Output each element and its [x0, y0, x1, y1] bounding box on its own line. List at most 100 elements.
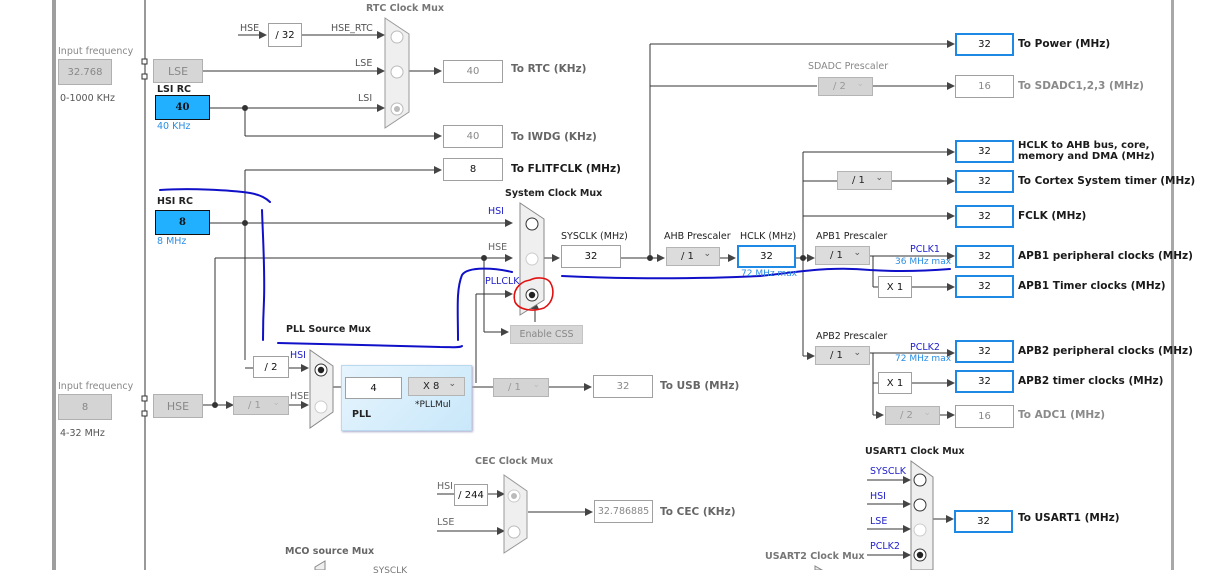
system-mux-input-hsi: HSI: [488, 206, 504, 217]
pll-mul-value: X 8: [423, 381, 440, 392]
cortex-timer-prescaler-value: / 1: [852, 175, 865, 186]
hsi-rc-frequency: 8 MHz: [157, 236, 187, 247]
cortex-timer-prescaler-select[interactable]: / 1 ⌄: [837, 171, 892, 190]
cec-output-value: 32.786885: [594, 500, 653, 523]
hse-pin-2: [141, 410, 148, 417]
adc-prescaler-select[interactable]: / 2 ⌄: [885, 406, 940, 425]
right-scroll-border: [1171, 0, 1174, 570]
rtc-mux-radio-hse[interactable]: [390, 30, 404, 44]
apb1-periph-output-label: APB1 peripheral clocks (MHz): [1018, 250, 1193, 262]
apb1-periph-output-value: 32: [955, 245, 1014, 268]
hse-input-frequency-field[interactable]: 8: [58, 394, 112, 420]
cec-hsi-divider: / 244: [454, 484, 488, 506]
adc-prescaler-value: / 2: [900, 410, 913, 421]
lse-pin-1: [141, 58, 148, 65]
usb-prescaler-select[interactable]: / 1 ⌄: [493, 378, 549, 397]
fclk-output-value: 32: [955, 205, 1014, 228]
apb2-periph-output-label: APB2 peripheral clocks (MHz): [1018, 345, 1193, 357]
rtc-mux-title: RTC Clock Mux: [366, 3, 445, 14]
hclk-max: 72 MHz max: [741, 269, 798, 279]
hclk-ahb-output-label-line2: memory and DMA (MHz): [1018, 151, 1155, 162]
pclk2-max: 72 MHz max: [895, 354, 952, 364]
ahb-prescaler-select[interactable]: / 1 ⌄: [666, 247, 720, 266]
pll-source-radio-hse[interactable]: [314, 400, 328, 414]
usb-output-value: 32: [593, 375, 653, 398]
lse-input-frequency-field[interactable]: 32.768: [58, 59, 112, 85]
cortex-timer-output-value: 32: [955, 170, 1014, 193]
chevron-down-icon: ⌄: [853, 248, 861, 258]
fclk-output-label: FCLK (MHz): [1018, 210, 1087, 222]
system-mux-radio-hsi[interactable]: [525, 217, 539, 231]
pclk1-max: 36 MHz max: [895, 257, 952, 267]
hse-prediv-select[interactable]: / 1 ⌄: [233, 396, 289, 415]
chevron-down-icon: ⌄: [853, 348, 861, 358]
pll-input-value: 4: [345, 377, 402, 399]
hse-input-frequency-label: Input frequency: [58, 381, 134, 392]
cec-hsi-label: HSI: [437, 481, 453, 492]
pll-source-input-hsi: HSI: [290, 350, 306, 361]
rtc-output-value: 40: [443, 60, 503, 83]
hsi-rc-title: HSI RC: [157, 196, 193, 207]
apb1-prescaler-label: APB1 Prescaler: [816, 231, 888, 242]
pen-annotations: [159, 188, 951, 349]
rtc-mux-radio-lse[interactable]: [390, 65, 404, 79]
apb2-prescaler-select[interactable]: / 1 ⌄: [815, 346, 870, 365]
apb1-timer-multiplier: X 1: [878, 276, 912, 298]
apb1-timer-output-value: 32: [955, 275, 1014, 298]
pll-mul-label: *PLLMul: [415, 400, 451, 410]
chevron-down-icon: ⌄: [532, 380, 540, 390]
usart2-mux-title: USART2 Clock Mux: [765, 551, 865, 562]
usart1-output-value: 32: [954, 510, 1013, 533]
usart1-radio-lse[interactable]: [913, 523, 927, 537]
usart1-input-hsi: HSI: [870, 491, 886, 502]
pll-source-input-hse: HSE: [290, 391, 310, 402]
usart1-radio-sysclk[interactable]: [913, 473, 927, 487]
usb-prescaler-value: / 1: [508, 382, 521, 393]
usart1-mux-shape: [910, 460, 934, 570]
iwdg-output-label: To IWDG (KHz): [511, 131, 597, 143]
sysclk-value: 32: [561, 245, 621, 268]
lse-frequency-range: 0-1000 KHz: [60, 93, 116, 104]
lse-pin-2: [141, 73, 148, 80]
usart1-output-label: To USART1 (MHz): [1018, 512, 1120, 524]
ahb-prescaler-value: / 1: [681, 251, 694, 262]
rtc-lse-label: LSE: [355, 58, 373, 69]
adc-output-value: 16: [955, 405, 1014, 428]
power-output-label: To Power (MHz): [1018, 38, 1111, 50]
cec-mux-radio-lse[interactable]: [507, 525, 521, 539]
system-mux-input-pllclk: PLLCLK: [485, 276, 520, 287]
power-output-value: 32: [955, 33, 1014, 56]
pll-source-mux-title: PLL Source Mux: [286, 324, 371, 335]
chevron-down-icon: ⌄: [448, 379, 456, 389]
rtc-hse-divider: / 32: [268, 23, 302, 47]
apb2-timer-output-label: APB2 timer clocks (MHz): [1018, 375, 1164, 387]
enable-css-button[interactable]: Enable CSS: [510, 325, 583, 344]
apb1-prescaler-select[interactable]: / 1 ⌄: [815, 246, 870, 265]
usart2-mux-shape: [814, 565, 824, 570]
apb2-timer-multiplier: X 1: [878, 372, 912, 394]
sdadc-output-label: To SDADC1,2,3 (MHz): [1018, 80, 1144, 92]
sdadc-prescaler-select[interactable]: / 2 ⌄: [818, 77, 873, 96]
hsi-rc-value[interactable]: 8: [155, 210, 210, 235]
hse-source-block[interactable]: HSE: [153, 394, 203, 418]
lse-source-block[interactable]: LSE: [153, 59, 203, 83]
pclk1-label: PCLK1: [910, 244, 940, 255]
mco-mux-shape: [314, 560, 326, 570]
system-mux-shape: [519, 202, 545, 316]
usart1-mux-title: USART1 Clock Mux: [865, 446, 965, 457]
pll-label: PLL: [352, 409, 372, 420]
chevron-down-icon: ⌄: [272, 398, 280, 408]
ahb-prescaler-label: AHB Prescaler: [664, 231, 731, 242]
hclk-label: HCLK (MHz): [740, 231, 797, 242]
apb2-prescaler-value: / 1: [830, 350, 843, 361]
lsi-rc-value[interactable]: 40: [155, 95, 210, 120]
usb-output-label: To USB (MHz): [660, 380, 740, 392]
usart1-input-lse: LSE: [870, 516, 888, 527]
system-mux-radio-hse[interactable]: [525, 252, 539, 266]
chevron-down-icon: ⌄: [703, 249, 711, 259]
hclk-value-field[interactable]: 32: [737, 245, 796, 268]
pll-hsi-divider: / 2: [253, 356, 289, 378]
usart1-radio-hsi[interactable]: [913, 498, 927, 512]
pll-mul-select[interactable]: X 8 ⌄: [408, 377, 465, 396]
chevron-down-icon: ⌄: [856, 79, 864, 89]
